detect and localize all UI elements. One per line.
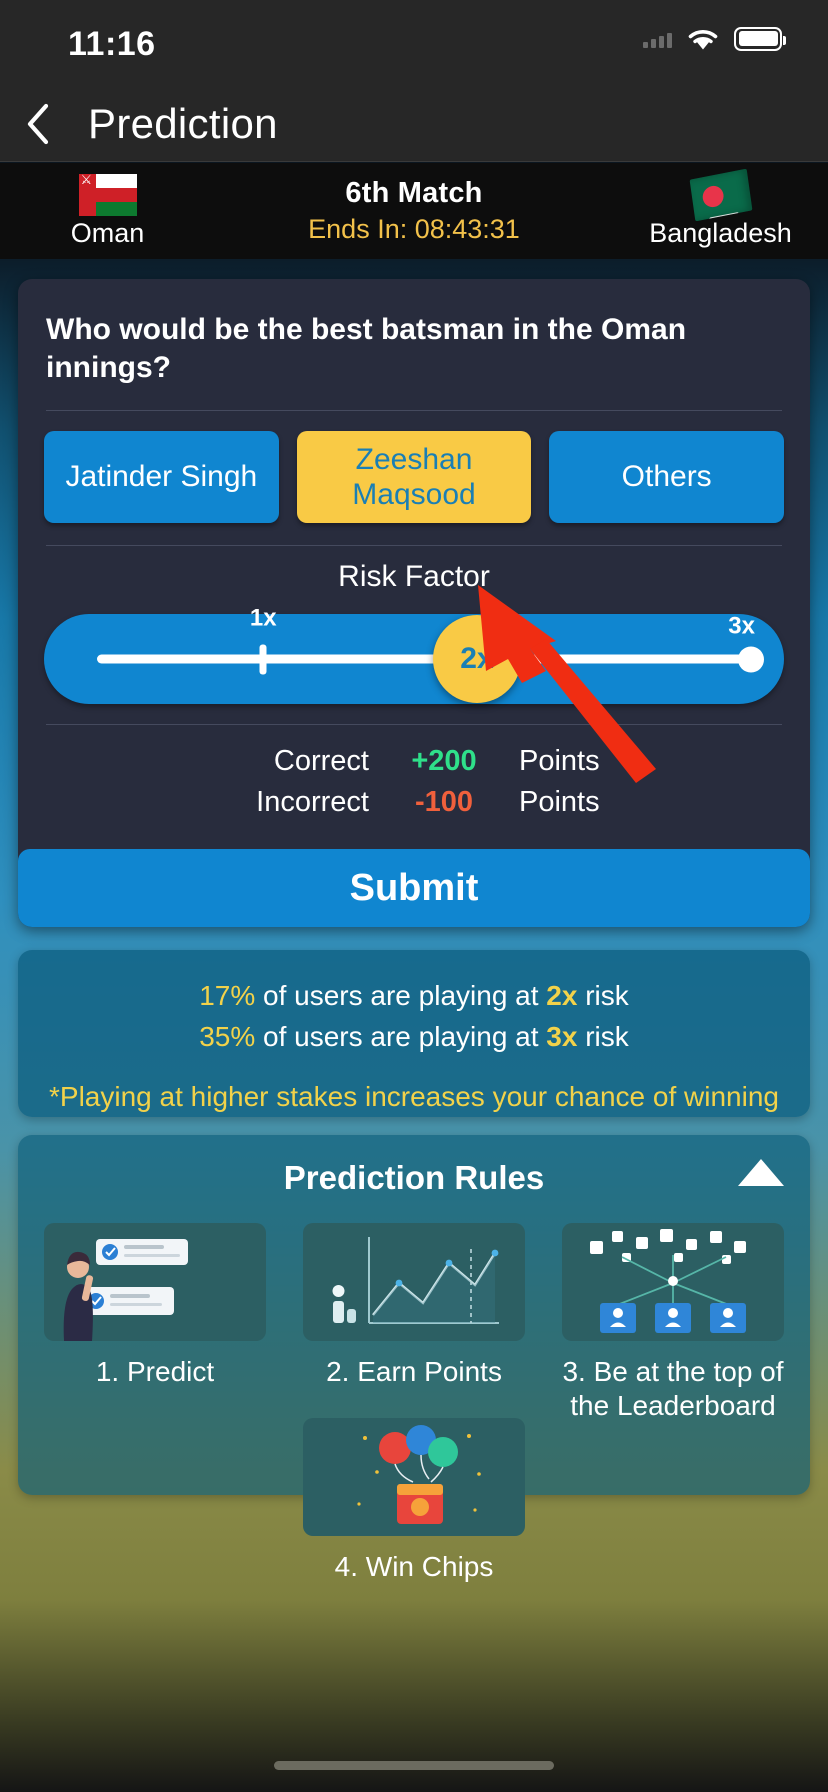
stats-note: *Playing at higher stakes increases your…	[49, 1081, 779, 1113]
risk-factor-slider[interactable]: 1x 3x 2x	[44, 604, 784, 704]
team-left-name: Oman	[70, 217, 145, 248]
slider-tick-1x: 1x	[250, 604, 277, 674]
stats-percent-2x: 17%	[199, 980, 256, 1011]
correct-unit: Points	[519, 745, 600, 777]
status-bar-time: 11:16	[68, 25, 156, 63]
team-right-name: Bangladesh	[649, 217, 792, 248]
option-button-others[interactable]: Others	[549, 431, 785, 523]
prediction-rules-card: Prediction Rules 1. Predict 2. Earn Poin…	[18, 1135, 810, 1582]
points-row-correct: Correct +200 Points	[18, 745, 810, 778]
rule-caption-2: 2. Earn Points	[326, 1356, 502, 1387]
option-button-zeeshan-maqsood[interactable]: Zeeshan Maqsood	[296, 431, 532, 523]
incorrect-value: -100	[414, 786, 474, 818]
prediction-rules-row-2: 4. Win Chips	[18, 1418, 810, 1584]
rule-item-predict[interactable]: 1. Predict	[44, 1223, 266, 1422]
back-button[interactable]	[0, 86, 76, 162]
team-right: Bangladesh	[613, 168, 828, 249]
incorrect-label: Incorrect	[256, 786, 369, 818]
line-chart-illustration	[303, 1223, 525, 1341]
slider-track[interactable]: 1x 3x	[97, 604, 764, 674]
stats-multiplier-2x: 2x	[546, 980, 578, 1011]
triangle-up-icon[interactable]	[738, 1159, 784, 1186]
page-title: Prediction	[88, 99, 278, 147]
team-left: Oman	[0, 172, 215, 249]
home-indicator	[274, 1761, 554, 1770]
status-bar-indicators	[643, 26, 786, 51]
stats-text-3x-mid: of users are playing at	[255, 1020, 547, 1052]
prediction-card: Who would be the best batsman in the Oma…	[18, 279, 810, 927]
cellular-signal-icon	[643, 30, 672, 48]
stats-line-2x: 17% of users are playing at 2x risk	[38, 976, 790, 1017]
option-button-jatinder-singh[interactable]: Jatinder Singh	[44, 431, 279, 523]
match-countdown: Ends In: 08:43:31	[308, 214, 520, 244]
navigation-bar: Prediction	[0, 86, 828, 162]
stats-multiplier-3x: 3x	[546, 1020, 578, 1052]
rule-item-earn-points[interactable]: 2. Earn Points	[303, 1223, 525, 1422]
match-title: 6th Match	[345, 177, 483, 209]
risk-factor-label: Risk Factor	[338, 560, 490, 593]
rule-caption-4: 4. Win Chips	[334, 1551, 494, 1583]
chevron-left-icon	[27, 103, 49, 144]
correct-value: +200	[411, 745, 477, 777]
points-summary: Correct +200 Points Incorrect -100 Point…	[18, 725, 810, 849]
prediction-rules-header[interactable]: Prediction Rules	[18, 1135, 810, 1207]
correct-label: Correct	[273, 745, 369, 777]
stats-percent-3x: 35%	[199, 1020, 256, 1052]
battery-icon	[734, 26, 786, 51]
slider-tick-label-1x: 1x	[249, 604, 277, 631]
stats-text-2x-mid: of users are playing at	[255, 980, 547, 1011]
wifi-icon	[686, 26, 720, 51]
match-info: 6th Match Ends In: 08:43:31	[215, 177, 613, 245]
status-bar: 11:16	[0, 0, 828, 86]
stats-text-3x-end: risk	[577, 1020, 629, 1052]
leaderboard-network-illustration	[562, 1223, 784, 1341]
prediction-question: Who would be the best batsman in the Oma…	[46, 313, 687, 384]
rule-item-win-chips[interactable]: 4. Win Chips	[303, 1418, 525, 1584]
stats-text-2x-end: risk	[577, 980, 629, 1011]
rule-caption-3: 3. Be at the top of the Leaderboard	[562, 1356, 784, 1421]
prediction-rules-grid: 1. Predict 2. Earn Points 3. Be at the t…	[18, 1207, 810, 1422]
bangladesh-flag-icon	[689, 168, 752, 221]
slider-thumb[interactable]: 2x	[432, 615, 521, 703]
balloons-prize-illustration	[303, 1418, 525, 1537]
slider-tick-label-3x: 3x	[728, 612, 755, 640]
prediction-rules-title: Prediction Rules	[283, 1159, 545, 1196]
oman-flag-icon	[78, 172, 137, 216]
points-row-incorrect: Incorrect -100 Points	[18, 786, 810, 819]
rule-item-leaderboard[interactable]: 3. Be at the top of the Leaderboard	[562, 1223, 784, 1422]
match-header: Oman 6th Match Ends In: 08:43:31 Banglad…	[0, 163, 828, 259]
slider-end-dot	[738, 646, 764, 672]
incorrect-unit: Points	[519, 786, 600, 818]
stats-line-3x: 35% of users are playing at 3x risk	[38, 1017, 790, 1058]
prediction-options: Jatinder Singh Zeeshan Maqsood Others	[18, 411, 810, 545]
risk-stats-banner: 17% of users are playing at 2x risk 35% …	[18, 950, 810, 1117]
submit-button[interactable]: Submit	[18, 849, 810, 927]
person-with-checklist-illustration	[44, 1223, 266, 1341]
rule-caption-1: 1. Predict	[95, 1356, 215, 1387]
